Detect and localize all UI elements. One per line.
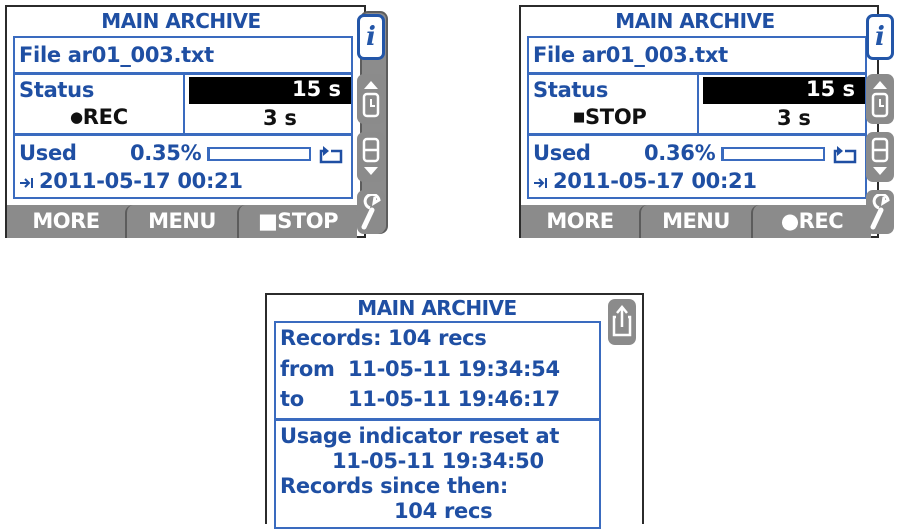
rec-dot-icon: ●	[70, 108, 83, 126]
from-label: from	[280, 357, 335, 381]
since-value: 104 recs	[394, 499, 493, 523]
screen-title: MAIN ARCHIVE	[615, 9, 775, 33]
status-label: Status	[19, 78, 95, 102]
from-value: 11-05-11 19:34:54	[348, 357, 560, 381]
softkey-bar: MORE MENU ●REC	[521, 205, 871, 238]
usage-box: Used 0.35% 2011-05-17 00:21	[13, 134, 353, 199]
usage-progress-bar	[207, 147, 311, 161]
softkey-stop[interactable]: ■STOP	[237, 205, 357, 238]
screen-title: MAIN ARCHIVE	[357, 296, 517, 320]
status-box: Status ●REC 15 s 3 s	[13, 73, 353, 135]
since-label: Records since then:	[280, 474, 509, 498]
state-text: REC	[82, 105, 128, 129]
archive-icon	[362, 137, 380, 175]
used-label: Used	[533, 141, 591, 165]
status-divider	[183, 75, 185, 133]
archive-date: 2011-05-17 00:21	[39, 169, 243, 193]
softkey-more[interactable]: MORE	[521, 205, 639, 238]
softkey-menu[interactable]: MENU	[125, 205, 237, 238]
interval-sub: 3 s	[777, 106, 811, 130]
file-box: File ar01_003.txt	[527, 36, 867, 74]
interval-sub: 3 s	[263, 106, 297, 130]
used-value: 0.35%	[130, 141, 202, 165]
archive-button[interactable]	[357, 132, 385, 182]
softkey-menu[interactable]: MENU	[639, 205, 751, 238]
cycle-icon	[833, 146, 857, 164]
file-box: File ar01_003.txt	[13, 36, 353, 74]
records-box: Records: 104 recs from 11-05-11 19:34:54…	[274, 321, 601, 420]
archive-date: 2011-05-17 00:21	[553, 169, 757, 193]
settings-button[interactable]	[866, 190, 894, 234]
arrow-to-icon	[20, 178, 33, 188]
softkey-more[interactable]: MORE	[7, 205, 125, 238]
state-indicator: ■STOP	[573, 105, 647, 129]
clock-button[interactable]	[357, 74, 385, 124]
usage-reset-box: Usage indicator reset at 11-05-11 19:34:…	[274, 419, 601, 529]
softkey-bar: MORE MENU ■STOP	[7, 205, 357, 238]
arrow-to-icon	[534, 178, 547, 188]
clock-button[interactable]	[866, 74, 894, 124]
info-button[interactable]: i	[866, 14, 894, 60]
usage-progress-bar	[721, 147, 825, 161]
usage-progress-fill	[723, 149, 724, 159]
usage-box: Used 0.36% 2011-05-17 00:21	[527, 134, 867, 199]
archive-screen-1: MAIN ARCHIVE File ar01_003.txt Status ●R…	[5, 5, 388, 238]
status-divider	[697, 75, 699, 133]
interval-main: 15 s	[703, 77, 865, 104]
reset-value: 11-05-11 19:34:50	[332, 449, 544, 473]
archive-icon	[871, 137, 889, 175]
info-icon: i	[366, 22, 376, 52]
used-value: 0.36%	[644, 141, 716, 165]
status-label: Status	[533, 78, 609, 102]
export-button[interactable]	[608, 299, 636, 345]
state-text: STOP	[584, 105, 647, 129]
to-value: 11-05-11 19:46:17	[348, 387, 560, 411]
export-icon	[612, 305, 632, 337]
interval-main: 15 s	[189, 77, 351, 104]
softkey-rec[interactable]: ●REC	[751, 205, 871, 238]
reset-label: Usage indicator reset at	[280, 424, 560, 448]
file-name: File ar01_003.txt	[19, 43, 214, 67]
state-indicator: ●REC	[70, 105, 128, 129]
pause-icon: ■	[573, 110, 585, 125]
info-button[interactable]: i	[357, 14, 385, 60]
wrench-icon	[361, 194, 381, 230]
status-box: Status ■STOP 15 s 3 s	[527, 73, 867, 135]
archive-button[interactable]	[866, 132, 894, 182]
screen-title: MAIN ARCHIVE	[101, 9, 261, 33]
archive-screen-2: MAIN ARCHIVE File ar01_003.txt Status ■S…	[519, 5, 879, 238]
cycle-icon	[319, 146, 343, 164]
used-label: Used	[19, 141, 77, 165]
file-name: File ar01_003.txt	[533, 43, 728, 67]
records-count: Records: 104 recs	[280, 326, 487, 350]
wrench-icon	[870, 194, 890, 230]
archive-info-screen: MAIN ARCHIVE Records: 104 recs from 11-0…	[265, 293, 644, 529]
to-label: to	[280, 387, 304, 411]
clock-icon	[362, 81, 380, 118]
usage-progress-fill	[209, 149, 210, 159]
clock-icon	[871, 81, 889, 118]
settings-button[interactable]	[357, 190, 385, 234]
info-icon: i	[875, 22, 885, 52]
